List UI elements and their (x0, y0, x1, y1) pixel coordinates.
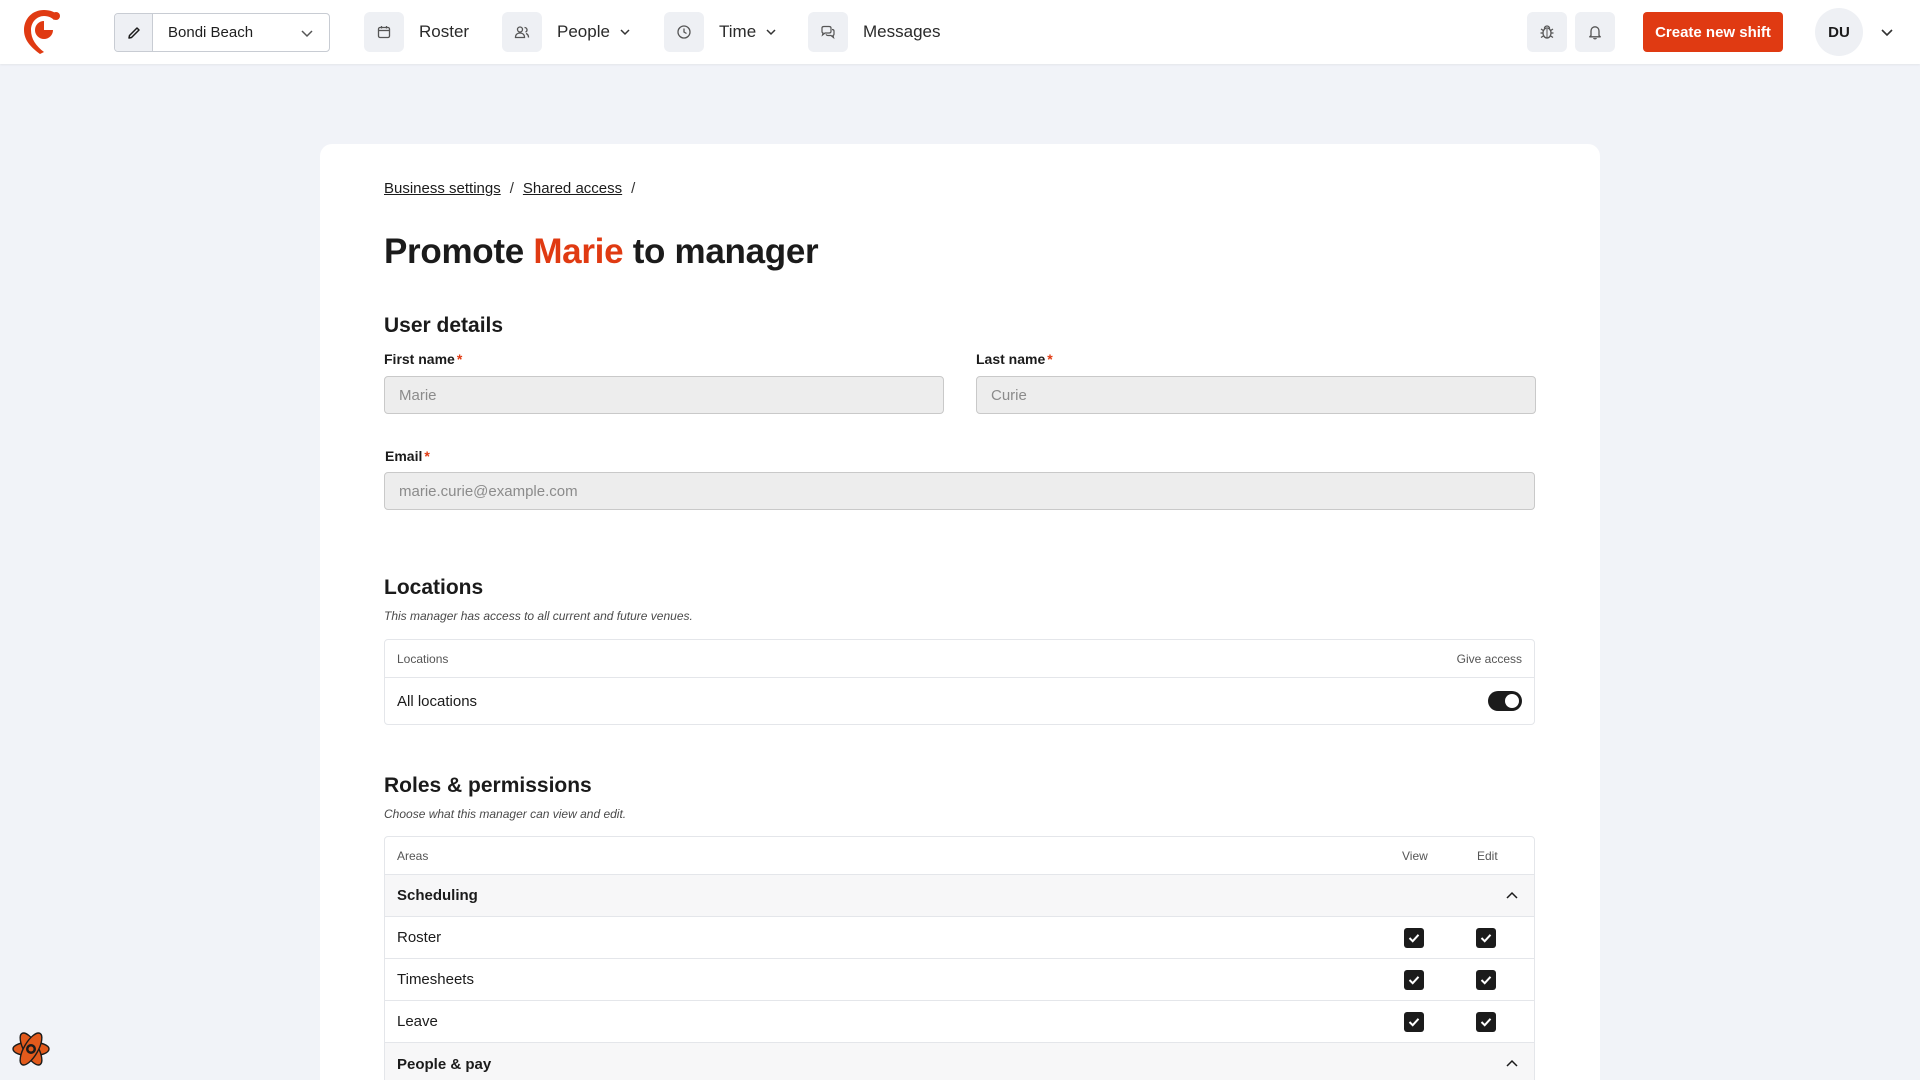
breadcrumb-shared-access[interactable]: Shared access (523, 180, 622, 197)
roles-permissions-subtitle: Choose what this manager can view and ed… (384, 807, 627, 821)
nav-messages-label: Messages (863, 22, 941, 41)
chevron-down-icon (620, 29, 630, 36)
promote-manager-card: Business settings / Shared access / Prom… (320, 144, 1600, 1080)
checkmark-icon (1408, 976, 1420, 985)
create-new-shift-button[interactable]: Create new shift (1643, 12, 1783, 52)
required-marker: * (424, 448, 430, 464)
atom-icon[interactable] (10, 1028, 52, 1070)
chevron-up-icon[interactable] (1504, 888, 1520, 904)
locations-heading: Locations (384, 576, 484, 599)
roles-permissions-heading: Roles & permissions (384, 774, 592, 797)
checkmark-icon (1480, 976, 1492, 985)
page-title: Promote Marie to manager (384, 232, 819, 272)
bell-icon (1589, 26, 1601, 40)
top-navigation-bar: Bondi Beach Roster People Time Messages … (0, 0, 1920, 64)
last-name-label: Last name * (976, 351, 1053, 367)
required-marker: * (1047, 351, 1053, 367)
column-header-view: View (1402, 848, 1428, 863)
roster-edit-checkbox[interactable] (1476, 928, 1496, 948)
permissions-table: Areas View Edit Scheduling Roster Timesh… (384, 836, 1535, 1080)
timesheets-view-checkbox[interactable] (1404, 970, 1424, 990)
breadcrumb-separator: / (631, 180, 636, 197)
required-marker: * (456, 351, 463, 367)
title-user-name: Marie (533, 232, 624, 271)
clock-icon (677, 25, 691, 39)
checkmark-icon (1480, 1018, 1492, 1027)
title-prefix: Promote (384, 232, 524, 271)
chevron-down-icon (301, 29, 313, 37)
nav-time-label: Time (719, 22, 757, 41)
timesheets-edit-checkbox[interactable] (1476, 970, 1496, 990)
calendar-icon (377, 26, 391, 39)
leave-view-checkbox[interactable] (1404, 1012, 1424, 1032)
location-row-all: All locations (385, 678, 1534, 724)
people-icon (514, 26, 530, 39)
checkmark-icon (1408, 1018, 1420, 1027)
nav-time[interactable]: Time (664, 12, 778, 52)
leave-edit-checkbox[interactable] (1476, 1012, 1496, 1032)
all-locations-access-toggle[interactable] (1488, 691, 1522, 711)
group-name: Scheduling (397, 887, 478, 904)
location-label: Bondi Beach (168, 24, 254, 41)
checkmark-icon (1480, 934, 1492, 943)
nav-people[interactable]: People (502, 12, 632, 52)
breadcrumb: Business settings / Shared access / (384, 180, 644, 197)
user-details-heading: User details (384, 314, 504, 337)
chat-icon (821, 25, 835, 40)
email-input[interactable] (384, 472, 1535, 510)
nav-messages[interactable]: Messages (808, 12, 940, 52)
pencil-icon (127, 26, 140, 39)
bug-report-button[interactable] (1527, 12, 1567, 52)
locations-subtitle: This manager has access to all current a… (384, 609, 693, 623)
locations-table: Locations Give access All locations (384, 639, 1535, 725)
first-name-label: First name * (384, 351, 463, 367)
column-header-give-access: Give access (1456, 651, 1522, 666)
locations-table-header: Locations Give access (385, 640, 1534, 678)
permission-group-scheduling[interactable]: Scheduling (385, 875, 1534, 917)
title-suffix: to manager (632, 232, 819, 271)
breadcrumb-business-settings[interactable]: Business settings (384, 180, 501, 197)
column-header-locations: Locations (397, 651, 449, 666)
column-header-areas: Areas (397, 848, 429, 863)
checkmark-icon (1408, 934, 1420, 943)
permission-group-people-pay[interactable]: People & pay (385, 1043, 1534, 1080)
roster-view-checkbox[interactable] (1404, 928, 1424, 948)
first-name-input[interactable] (384, 376, 944, 414)
nav-roster-label: Roster (419, 22, 470, 41)
permission-area-label: Leave (397, 1013, 438, 1030)
permission-row-leave: Leave (385, 1001, 1534, 1043)
permission-area-label: Roster (397, 929, 442, 946)
chevron-up-icon[interactable] (1504, 1056, 1520, 1072)
group-name: People & pay (397, 1055, 492, 1073)
breadcrumb-separator: / (509, 180, 514, 197)
last-name-input[interactable] (976, 376, 1536, 414)
location-name: All locations (397, 692, 478, 710)
app-logo-icon[interactable] (22, 8, 66, 56)
nav-people-label: People (557, 22, 610, 41)
bug-icon (1540, 25, 1554, 39)
user-avatar[interactable]: DU (1815, 8, 1863, 56)
permissions-table-header: Areas View Edit (385, 837, 1534, 875)
email-label: Email * (385, 448, 430, 464)
chevron-down-icon (766, 29, 776, 36)
permission-row-roster: Roster (385, 917, 1534, 959)
location-selector[interactable]: Bondi Beach (114, 13, 330, 52)
permission-row-timesheets: Timesheets (385, 959, 1534, 1001)
edit-location-button[interactable] (115, 14, 153, 51)
permission-area-label: Timesheets (397, 971, 474, 988)
column-header-edit: Edit (1477, 848, 1498, 863)
nav-roster[interactable]: Roster (364, 12, 469, 52)
chevron-down-icon[interactable] (1879, 24, 1895, 40)
notifications-button[interactable] (1575, 12, 1615, 52)
